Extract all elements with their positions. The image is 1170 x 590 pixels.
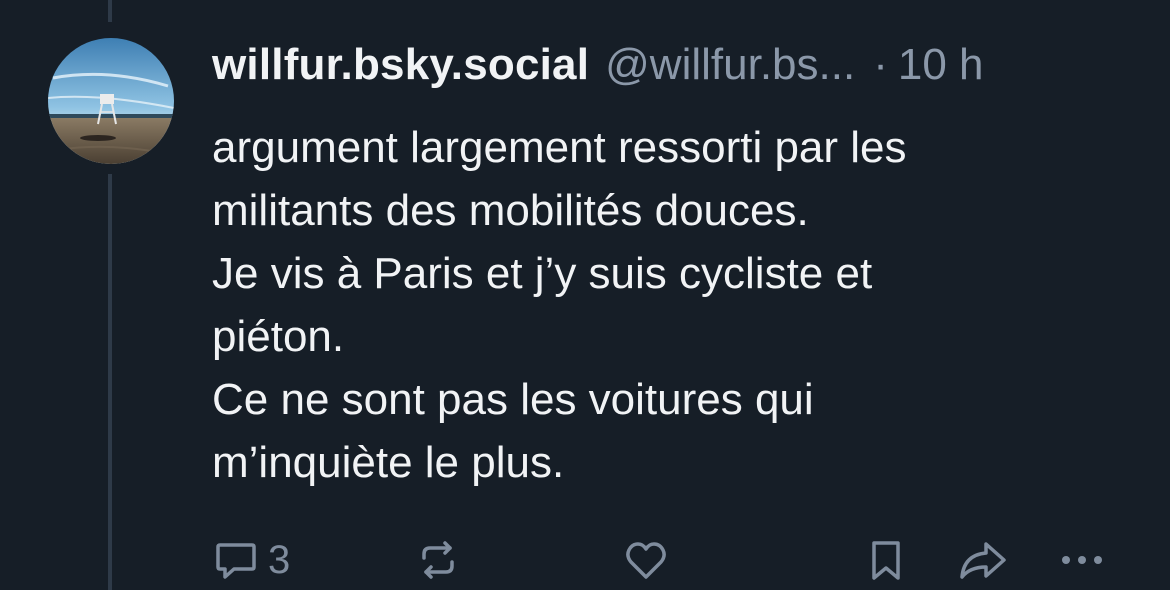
author-name[interactable]: willfur.bsky.social <box>212 40 589 90</box>
share-icon <box>956 536 1008 584</box>
like-button[interactable] <box>622 532 670 588</box>
repost-button[interactable] <box>414 532 462 588</box>
avatar[interactable] <box>48 38 174 164</box>
bookmark-button[interactable] <box>862 532 910 588</box>
more-icon <box>1056 536 1108 584</box>
repost-icon <box>414 536 462 584</box>
post-container: willfur.bsky.social @willfur.bs... · 10 … <box>0 0 1170 590</box>
post-text-line: piéton. <box>212 312 345 361</box>
post-text-line: m’inquiète le plus. <box>212 438 565 487</box>
more-options-button[interactable] <box>1056 532 1108 588</box>
avatar-image <box>48 38 174 164</box>
post-text: argument largement ressorti par les mili… <box>212 116 1132 494</box>
reply-button[interactable]: 3 <box>212 532 290 588</box>
bookmark-icon <box>862 536 910 584</box>
comment-icon <box>212 536 260 584</box>
thread-line <box>108 174 112 590</box>
post-text-line: Je vis à Paris et j’y suis cycliste et <box>212 249 873 298</box>
heart-icon <box>622 536 670 584</box>
action-bar: 3 <box>0 532 1170 588</box>
post-header: willfur.bsky.social @willfur.bs... · 10 … <box>212 40 984 96</box>
share-button[interactable] <box>956 532 1008 588</box>
timestamp[interactable]: 10 h <box>898 40 984 90</box>
post-text-line: militants des mobilités douces. <box>212 186 809 235</box>
separator-dot: · <box>873 40 888 89</box>
post-text-line: Ce ne sont pas les voitures qui <box>212 375 814 424</box>
thread-line <box>108 0 112 22</box>
post-text-line: argument largement ressorti par les <box>212 123 907 172</box>
author-handle[interactable]: @willfur.bs... <box>605 40 855 90</box>
reply-count: 3 <box>268 537 291 582</box>
